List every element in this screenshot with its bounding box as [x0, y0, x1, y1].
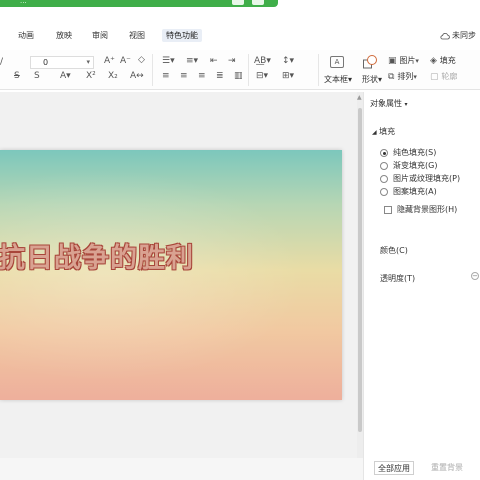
- outline-icon: ▢: [430, 72, 439, 82]
- slide-editor: 抗日战争的胜利: [0, 92, 357, 480]
- slide-canvas[interactable]: 抗日战争的胜利: [0, 150, 342, 400]
- radio-icon: [380, 174, 388, 183]
- sync-label: 未同步: [452, 31, 476, 40]
- radio-icon: [380, 148, 388, 157]
- subscript-icon[interactable]: X₂: [108, 71, 118, 81]
- picture-label: 图片: [399, 56, 416, 65]
- collapse-icon: ◢: [372, 129, 377, 136]
- tab-slideshow[interactable]: 放映: [56, 30, 72, 41]
- font-size-value: 0: [43, 58, 49, 67]
- picture-fill-radio[interactable]: 图片或纹理填充(P): [380, 173, 460, 184]
- strikethrough-icon[interactable]: S: [14, 71, 20, 81]
- banner-text: ...: [20, 0, 27, 5]
- toolbar-divider: [152, 54, 153, 86]
- shape-label: 形状: [362, 75, 378, 84]
- fill-button[interactable]: ◈ 填充: [430, 55, 456, 66]
- distribute-icon[interactable]: ▥: [234, 71, 243, 81]
- align-left-icon[interactable]: ≡: [162, 71, 170, 81]
- text-direction-icon[interactable]: A͟B▾: [254, 56, 271, 66]
- banner-close-button[interactable]: [252, 0, 264, 5]
- color-label: 颜色(C): [380, 246, 408, 255]
- tab-special-features[interactable]: 特色功能: [162, 29, 202, 42]
- chevron-down-icon: ▾: [404, 101, 408, 108]
- font-shrink-icon[interactable]: A⁻: [120, 56, 131, 66]
- arrange-button[interactable]: ⧉ 排列▾: [388, 71, 417, 82]
- tab-animation[interactable]: 动画: [18, 30, 34, 41]
- ribbon-tabs: 动画 放映 审阅 视图 特色功能 未同步: [0, 28, 480, 46]
- decrease-indent-icon[interactable]: ⇤: [210, 56, 218, 66]
- scroll-thumb[interactable]: [358, 108, 362, 432]
- hide-background-checkbox[interactable]: 隐藏背景图形(H): [384, 204, 457, 215]
- align-center-icon[interactable]: ≡: [180, 71, 188, 81]
- reset-background-button[interactable]: 重置背景: [428, 461, 466, 475]
- superscript-icon[interactable]: X²: [86, 71, 96, 81]
- text-shadow-icon[interactable]: S: [34, 71, 40, 81]
- align-text-icon[interactable]: ⊟▾: [256, 71, 268, 81]
- picture-icon: ▣: [388, 56, 397, 66]
- picture-fill-label: 图片或纹理填充(P): [393, 174, 461, 183]
- pattern-fill-radio[interactable]: 图案填充(A): [380, 186, 437, 197]
- picture-button[interactable]: ▣ 图片▾: [388, 55, 419, 66]
- solid-fill-label: 纯色填充(S): [393, 148, 437, 157]
- status-strip: [0, 458, 363, 480]
- transparency-label: 透明度(T): [380, 274, 416, 283]
- panel-title[interactable]: 对象属性 ▾: [370, 98, 408, 109]
- align-right-icon[interactable]: ≡: [198, 71, 206, 81]
- italic-icon[interactable]: /: [0, 57, 3, 67]
- font-size-select[interactable]: 0 ▾: [30, 56, 94, 69]
- text-box-button[interactable]: 文本框▾: [324, 74, 352, 85]
- justify-icon[interactable]: ≣: [216, 71, 224, 81]
- minus-icon[interactable]: −: [471, 272, 479, 280]
- radio-icon: [380, 161, 388, 170]
- shape-icon[interactable]: [362, 54, 378, 70]
- tab-view[interactable]: 视图: [129, 30, 145, 41]
- shape-button[interactable]: 形状▾: [362, 74, 382, 85]
- font-color-icon[interactable]: A▾: [60, 71, 71, 81]
- hide-background-label: 隐藏背景图形(H): [397, 205, 458, 214]
- text-box-label: 文本框: [324, 75, 348, 84]
- notification-banner: ...: [0, 0, 278, 7]
- clear-format-icon[interactable]: ◇: [138, 55, 145, 65]
- toolbar-divider: [318, 54, 319, 86]
- increase-indent-icon[interactable]: ⇥: [228, 56, 236, 66]
- numbered-list-icon[interactable]: ≡▾: [186, 56, 198, 66]
- pattern-fill-label: 图案填充(A): [393, 187, 437, 196]
- apply-all-button[interactable]: 全部应用: [374, 461, 414, 475]
- columns-icon[interactable]: ⊞▾: [282, 71, 294, 81]
- text-box-icon[interactable]: A: [330, 56, 344, 68]
- fill-icon: ◈: [430, 56, 437, 66]
- panel-title-label: 对象属性: [370, 99, 402, 108]
- toolbar-divider: [248, 54, 249, 86]
- bullet-list-icon[interactable]: ☰▾: [162, 56, 175, 66]
- tab-review[interactable]: 审阅: [92, 30, 108, 41]
- object-properties-panel: 对象属性 ▾ ◢ 填充 纯色填充(S) 渐变填充(G) 图片或纹理填充(P) 图…: [363, 92, 480, 480]
- slide-title[interactable]: 抗日战争的胜利: [0, 236, 194, 275]
- line-spacing-icon[interactable]: ↕▾: [282, 56, 294, 66]
- outline-label: 轮廓: [441, 72, 458, 81]
- radio-icon: [380, 187, 388, 196]
- fill-section-header[interactable]: ◢ 填充: [372, 126, 395, 137]
- fill-label: 填充: [439, 56, 456, 65]
- sync-status[interactable]: 未同步: [440, 30, 476, 41]
- solid-fill-radio[interactable]: 纯色填充(S): [380, 147, 436, 158]
- ribbon-toolbar: / 0 ▾ A⁺ A⁻ ◇ S S A▾ X² X₂ A↔ ☰▾ ≡▾ ⇤ ⇥ …: [0, 50, 480, 90]
- arrange-label: 排列: [397, 72, 414, 81]
- chevron-down-icon: ▾: [86, 58, 90, 66]
- cloud-icon: [440, 32, 450, 39]
- font-grow-icon[interactable]: A⁺: [104, 56, 115, 66]
- fill-section-label: 填充: [379, 127, 396, 136]
- arrange-icon: ⧉: [388, 72, 395, 82]
- char-spacing-icon[interactable]: A↔: [130, 71, 144, 81]
- banner-action-button[interactable]: [232, 0, 244, 5]
- scroll-up-icon[interactable]: ▲: [357, 94, 362, 101]
- gradient-fill-radio[interactable]: 渐变填充(G): [380, 160, 437, 171]
- gradient-fill-label: 渐变填充(G): [393, 161, 438, 170]
- outline-button[interactable]: ▢ 轮廓: [430, 71, 457, 82]
- checkbox-icon: [384, 205, 392, 214]
